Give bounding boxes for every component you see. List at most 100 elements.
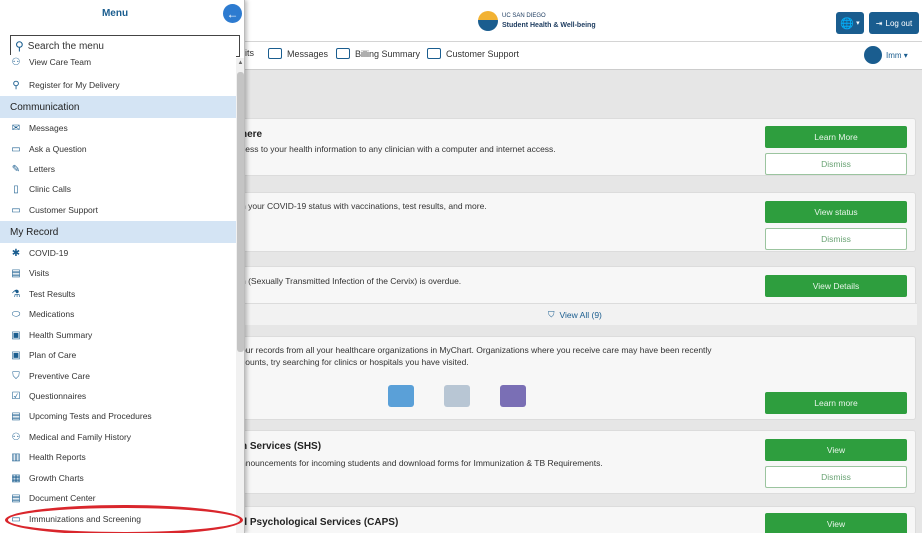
menu-item-label: Medical and Family History [29, 432, 132, 442]
close-menu-button[interactable]: ← [223, 4, 242, 23]
support-chat-icon: ▭ [11, 204, 21, 216]
menu-item-health-reports[interactable]: ▥ Health Reports [0, 447, 236, 467]
menu-item-medical-family-history[interactable]: ⚇ Medical and Family History [0, 427, 236, 447]
nav-item-billing-summary[interactable]: Billing Summary [336, 48, 420, 59]
card-student-health-services: h Services (SHS) nnouncements for incomi… [232, 430, 916, 494]
computer-icon [444, 385, 470, 407]
card-text: cess to your health information to any c… [241, 144, 556, 154]
menu-item-label: Health Summary [29, 330, 93, 340]
menu-item-label: Ask a Question [29, 144, 87, 154]
growth-chart-icon: ▦ [11, 472, 21, 484]
heart-clipboard-icon: ▣ [11, 329, 21, 341]
card-text: n your COVID-19 status with vaccinations… [241, 201, 487, 211]
menu-item-label: Health Reports [29, 452, 86, 462]
avatar[interactable] [862, 44, 884, 66]
menu-item-customer-support[interactable]: ▭ Customer Support [0, 200, 236, 220]
logo-line-1: UC SAN DIEGO [502, 13, 546, 19]
chart-icon: ▥ [11, 451, 21, 463]
dismiss-button[interactable]: Dismiss [765, 466, 907, 488]
globe-icon: 🌐 [840, 17, 855, 30]
menu-header: Menu ← [0, 0, 244, 30]
family-icon: ⚇ [11, 431, 21, 443]
annotation-highlight-oval [5, 505, 243, 533]
nav-item-customer-support[interactable]: Customer Support [427, 48, 519, 59]
menu-item-letters[interactable]: ✎ Letters [0, 159, 236, 179]
envelope-icon: ✉ [11, 122, 21, 134]
card-overdue-reminder: n (Sexually Transmitted Infection of the… [232, 266, 917, 325]
scroll-thumb[interactable] [237, 72, 244, 352]
menu-item-label: Questionnaires [29, 391, 87, 401]
card-text: n (Sexually Transmitted Infection of the… [241, 276, 462, 286]
card-caps: d Psychological Services (CAPS) View [232, 506, 916, 533]
language-button[interactable]: 🌐 ▾ [836, 12, 864, 34]
letter-icon: ✎ [11, 163, 21, 175]
menu-title: Menu [101, 8, 129, 19]
menu-item-health-summary[interactable]: ▣ Health Summary [0, 325, 236, 345]
dismiss-button[interactable]: Dismiss [765, 228, 907, 250]
search-input[interactable] [27, 40, 228, 52]
billing-icon [336, 48, 350, 59]
view-button[interactable]: View [765, 513, 907, 533]
phone-icon: ▯ [13, 183, 19, 195]
logout-label: Log out [885, 18, 913, 28]
logout-button[interactable]: ⇥ Log out [869, 12, 919, 34]
calendar-icon: ▤ [11, 410, 21, 422]
menu-item-label: COVID-19 [29, 248, 69, 258]
virus-icon: ✱ [11, 247, 21, 259]
menu-item-growth-charts[interactable]: ▦ Growth Charts [0, 468, 236, 488]
menu-item-visits[interactable]: ▤ Visits [0, 263, 236, 283]
scroll-up-arrow-icon[interactable]: ▲ [236, 60, 244, 66]
card-covid-status: n your COVID-19 status with vaccinations… [232, 192, 916, 252]
search-icon: ⚲ [15, 39, 24, 53]
menu-item-ask-question[interactable]: ▭ Ask a Question [0, 139, 236, 159]
logo[interactable]: UC SAN DIEGO Student Health & Well-being [478, 11, 596, 31]
card-text: nnouncements for incoming students and d… [241, 458, 603, 468]
nav-item-visits[interactable]: its [245, 48, 254, 58]
menu-item-questionnaires[interactable]: ☑ Questionnaires [0, 386, 236, 406]
view-status-button[interactable]: View status [765, 201, 907, 223]
user-menu-label[interactable]: Imm ▾ [886, 51, 908, 60]
menu-search: ⚲ [10, 35, 240, 57]
card-title: d Psychological Services (CAPS) [241, 517, 399, 528]
menu-item-messages[interactable]: ✉ Messages [0, 118, 236, 138]
logout-icon: ⇥ [875, 18, 883, 28]
card-text: our records from all your healthcare org… [241, 345, 712, 355]
view-details-button[interactable]: View Details [765, 275, 907, 297]
section-communication: Communication [0, 96, 236, 118]
flask-icon: ⚗ [11, 288, 21, 300]
menu-item-view-care-team[interactable]: ⚇ View Care Team [0, 55, 236, 69]
hospital-icon [388, 385, 414, 407]
menu-item-label: Customer Support [29, 205, 98, 215]
checkbox-icon: ☑ [11, 390, 21, 402]
logo-line-2: Student Health & Well-being [502, 22, 596, 29]
menu-panel: Menu ← ⚲ ⚇ View Care Team ⚲ Register for M… [0, 0, 245, 533]
menu-item-upcoming-tests[interactable]: ▤ Upcoming Tests and Procedures [0, 406, 236, 426]
menu-item-plan-of-care[interactable]: ▣ Plan of Care [0, 345, 236, 365]
heart-clipboard-icon: ▣ [11, 349, 21, 361]
shield-icon: ⛉ [548, 309, 555, 319]
menu-scrollbar[interactable]: ▲ [236, 58, 244, 533]
menu-item-covid-19[interactable]: ✱ COVID-19 [0, 243, 236, 263]
menu-item-medications[interactable]: ⬭ Medications [0, 304, 236, 324]
clinic-icon [500, 385, 526, 407]
envelope-icon [268, 48, 282, 59]
delivery-icon: ⚲ [12, 79, 20, 91]
document-icon: ▤ [11, 492, 21, 504]
view-all-link[interactable]: ⛉ View All (9) [233, 303, 917, 325]
learn-more-button[interactable]: Learn more [765, 392, 907, 414]
view-all-label: View All (9) [559, 309, 602, 320]
menu-item-clinic-calls[interactable]: ▯ Clinic Calls [0, 179, 236, 199]
dismiss-button[interactable]: Dismiss [765, 153, 907, 175]
learn-more-button[interactable]: Learn More [765, 126, 907, 148]
menu-item-register-delivery[interactable]: ⚲ Register for My Delivery [0, 75, 236, 95]
view-button[interactable]: View [765, 439, 907, 461]
menu-item-label: Register for My Delivery [29, 80, 120, 90]
menu-item-test-results[interactable]: ⚗ Test Results [0, 284, 236, 304]
menu-item-label: Plan of Care [29, 350, 77, 360]
illustration [388, 385, 526, 407]
nav-item-messages[interactable]: Messages [268, 48, 328, 59]
section-my-record: My Record [0, 221, 236, 243]
card-title: h Services (SHS) [241, 441, 322, 452]
menu-item-preventive-care[interactable]: ⛉ Preventive Care [0, 366, 236, 386]
care-team-icon: ⚇ [11, 56, 21, 68]
